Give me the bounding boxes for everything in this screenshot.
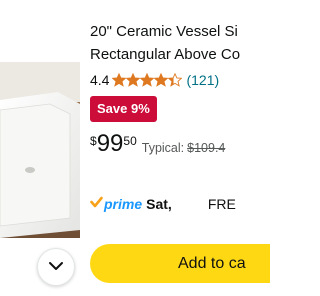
expand-button[interactable] — [37, 248, 75, 286]
add-to-cart-button[interactable]: Add to ca — [90, 244, 270, 283]
typical-price-value: $109.4 — [187, 141, 226, 155]
price-row: $ 99 50 Typical: $109.4 — [90, 132, 247, 160]
product-image-pane — [0, 0, 83, 296]
prime-check-icon — [90, 195, 103, 213]
typical-price-label: Typical: — [141, 141, 185, 155]
product-title-line-2: Rectangular Above Co — [90, 46, 241, 63]
sink-photo — [0, 62, 80, 238]
price-currency: $ — [90, 134, 97, 148]
product-image[interactable] — [0, 62, 80, 238]
free-delivery-label: FRE — [207, 196, 236, 212]
star-icon — [154, 73, 169, 87]
star-icon — [140, 73, 155, 87]
prime-label: prime — [104, 196, 143, 212]
rating-value: 4.4 — [90, 72, 110, 88]
product-title[interactable]: 20" Ceramic Vessel Si Rectangular Above … — [90, 20, 247, 66]
product-card: 20" Ceramic Vessel Si Rectangular Above … — [0, 0, 270, 296]
star-icon — [112, 73, 127, 87]
star-icon — [126, 73, 141, 87]
rating-row[interactable]: 4.4 (121) — [90, 70, 247, 90]
chevron-down-icon — [48, 258, 64, 276]
star-rating — [112, 73, 183, 87]
price-whole: 99 — [96, 130, 124, 157]
delivery-row: prime Sat, FRE — [90, 194, 247, 214]
product-title-line-1: 20" Ceramic Vessel Si — [90, 23, 238, 40]
discount-badge: Save 9% — [90, 96, 157, 122]
price-fraction: 50 — [123, 134, 137, 148]
delivery-day: Sat, — [146, 196, 172, 212]
star-icon — [168, 73, 183, 87]
review-count[interactable]: (121) — [186, 72, 219, 88]
